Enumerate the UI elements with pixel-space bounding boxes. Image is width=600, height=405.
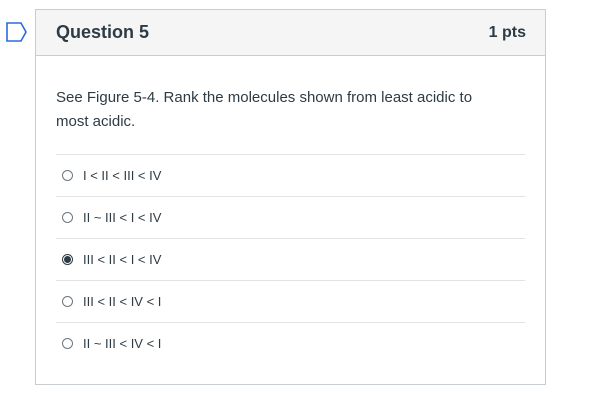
- answer-label[interactable]: III < II < I < IV: [83, 252, 161, 267]
- radio-button-selected[interactable]: [62, 254, 73, 265]
- answer-label[interactable]: II ~ III < IV < I: [83, 336, 161, 351]
- question-card: Question 5 1 pts See Figure 5-4. Rank th…: [35, 9, 546, 385]
- question-body: See Figure 5-4. Rank the molecules shown…: [36, 56, 545, 364]
- radio-button[interactable]: [62, 296, 73, 307]
- radio-button[interactable]: [62, 170, 73, 181]
- question-points: 1 pts: [488, 23, 526, 41]
- question-text: See Figure 5-4. Rank the molecules shown…: [56, 89, 473, 130]
- answer-list: I < II < III < IV II ~ III < I < IV III …: [56, 154, 525, 364]
- question-header: Question 5 1 pts: [36, 10, 545, 56]
- answer-label[interactable]: III < II < IV < I: [83, 294, 161, 309]
- radio-button[interactable]: [62, 338, 73, 349]
- answer-option[interactable]: III < II < I < IV: [56, 239, 525, 281]
- bookmark-flag-icon[interactable]: [6, 22, 28, 42]
- answer-option[interactable]: I < II < III < IV: [56, 155, 525, 197]
- answer-label[interactable]: I < II < III < IV: [83, 168, 161, 183]
- answer-option[interactable]: III < II < IV < I: [56, 281, 525, 323]
- question-title: Question 5: [56, 22, 150, 42]
- answer-option[interactable]: II ~ III < I < IV: [56, 197, 525, 239]
- answer-label[interactable]: II ~ III < I < IV: [83, 210, 161, 225]
- answer-option[interactable]: II ~ III < IV < I: [56, 323, 525, 364]
- radio-button[interactable]: [62, 212, 73, 223]
